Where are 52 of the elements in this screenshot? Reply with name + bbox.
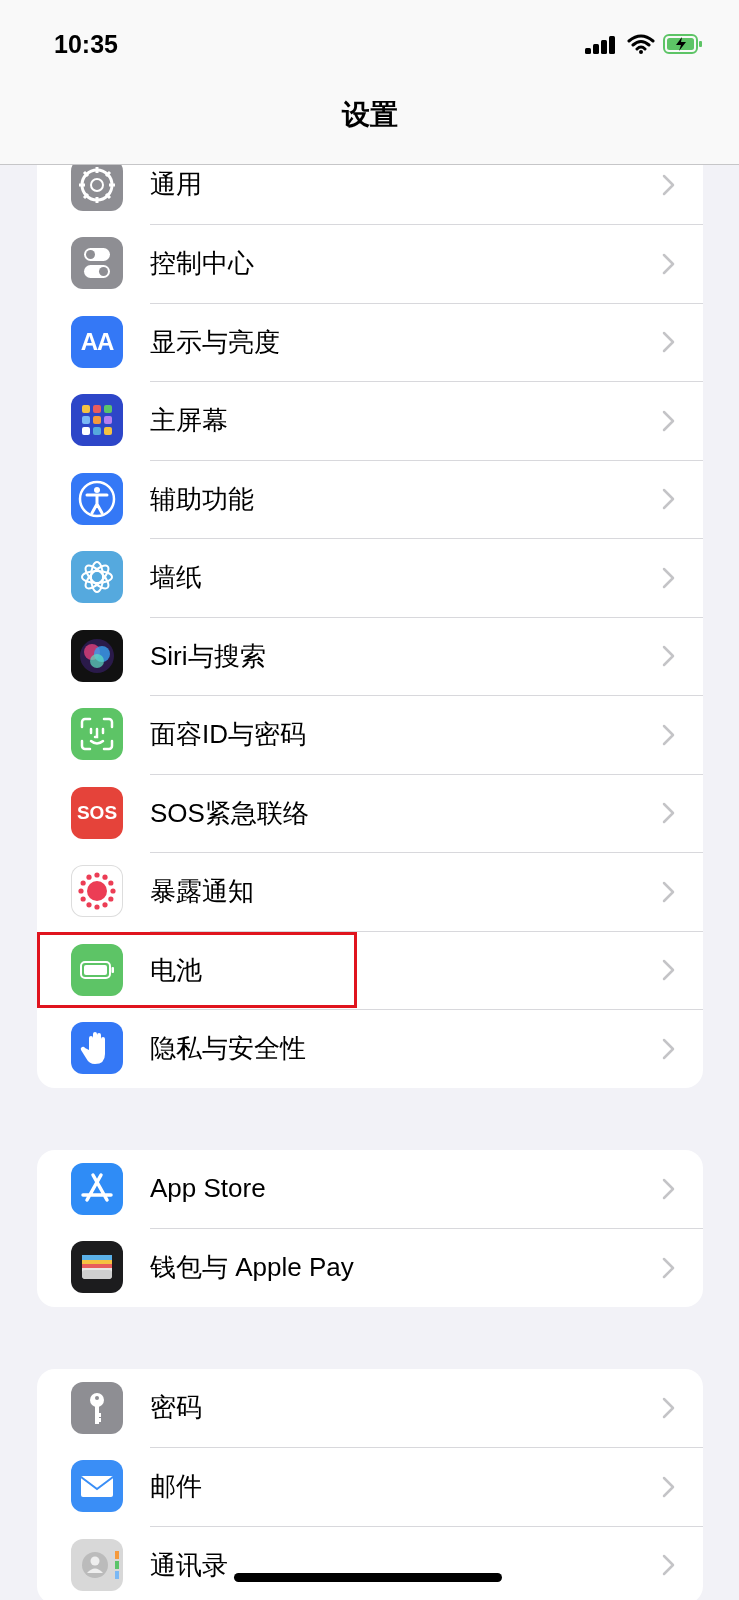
chevron-icon: [661, 565, 675, 590]
settings-row[interactable]: App Store: [37, 1149, 703, 1228]
settings-row[interactable]: 钱包与 Apple Pay: [37, 1228, 703, 1307]
settings-row[interactable]: 墙纸: [37, 538, 703, 617]
battery-icon: [71, 943, 123, 996]
settings-row[interactable]: SOS SOS紧急联络: [37, 773, 703, 852]
wallet-icon: [71, 1241, 123, 1294]
app-store-icon: [71, 1162, 123, 1215]
chevron-icon: [661, 330, 675, 355]
settings-row[interactable]: 控制中心: [37, 224, 703, 303]
chevron-icon: [661, 1553, 675, 1578]
settings-row[interactable]: Siri与搜索: [37, 616, 703, 695]
chevron-icon: [661, 1255, 675, 1280]
settings-row[interactable]: 密码: [37, 1368, 703, 1447]
battery-charging-icon: [663, 34, 703, 54]
sos-icon: SOS: [71, 786, 123, 839]
chevron-icon: [661, 487, 675, 512]
text-size-icon: AA: [71, 315, 123, 368]
chevron-icon: [661, 644, 675, 669]
settings-row[interactable]: 面容ID与密码: [37, 695, 703, 774]
key-icon: [71, 1381, 123, 1434]
chevron-icon: [661, 1474, 675, 1499]
toggle-switches-icon: [71, 237, 123, 290]
settings-row[interactable]: 邮件: [37, 1447, 703, 1526]
orb-icon: [71, 629, 123, 682]
chevron-icon: [661, 1176, 675, 1201]
mail-icon: [71, 1460, 123, 1513]
face-id-icon: [71, 708, 123, 761]
settings-row[interactable]: 隐私与安全性: [37, 1009, 703, 1088]
chevron-icon: [661, 251, 675, 276]
accessibility-icon: [71, 472, 123, 525]
settings-row[interactable]: 通用: [37, 165, 703, 224]
settings-row[interactable]: 辅助功能: [37, 459, 703, 538]
settings-row[interactable]: AA 显示与亮度: [37, 302, 703, 381]
chevron-icon: [661, 1036, 675, 1061]
chevron-icon: [661, 879, 675, 904]
nav-title: 设置: [341, 98, 398, 132]
hand-icon: [71, 1022, 123, 1075]
chevron-icon: [661, 958, 675, 983]
app-grid-icon: [71, 394, 123, 447]
chevron-icon: [661, 801, 675, 826]
status-time: 10:35: [54, 29, 118, 59]
wifi-icon: [627, 34, 655, 54]
flower-icon: [71, 551, 123, 604]
settings-row[interactable]: 电池: [37, 930, 703, 1009]
chevron-icon: [661, 722, 675, 747]
settings-row[interactable]: 主屏幕: [37, 381, 703, 460]
chevron-icon: [661, 408, 675, 433]
chevron-icon: [661, 172, 675, 197]
contact-silhouette-icon: [71, 1538, 123, 1591]
settings-row[interactable]: 暴露通知: [37, 852, 703, 931]
chevron-icon: [661, 1395, 675, 1420]
